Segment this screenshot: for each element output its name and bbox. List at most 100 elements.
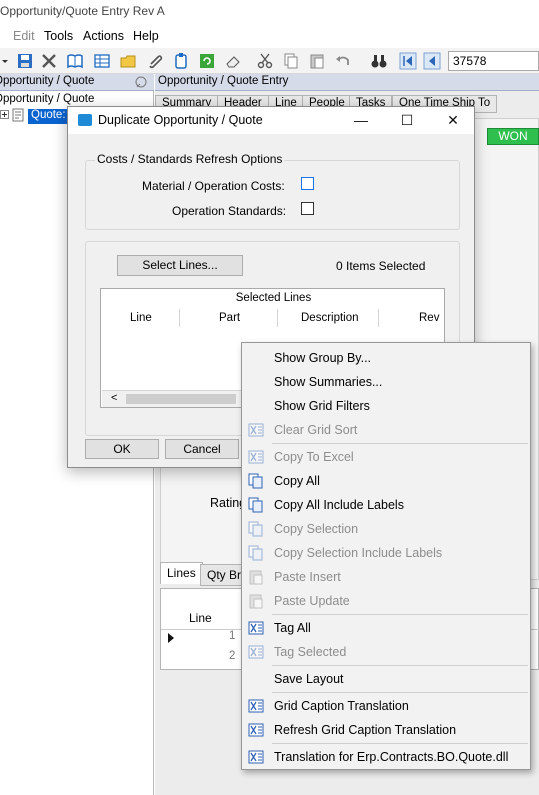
menu-item-label: Show Group By... bbox=[274, 351, 372, 365]
menu-item-tag-selected: Tag Selected bbox=[243, 640, 529, 664]
content-header: Opportunity / Quote Entry bbox=[155, 74, 539, 91]
copy-icon[interactable] bbox=[282, 52, 300, 70]
refresh-options-group bbox=[85, 160, 460, 230]
menu-item-label: Copy Selection bbox=[274, 522, 359, 536]
grid-context-menu: Show Group By... Show Summaries... Show Gr… bbox=[241, 342, 531, 770]
column-divider bbox=[179, 309, 180, 327]
prev-record-icon[interactable] bbox=[423, 52, 441, 70]
tree-expand-icon[interactable] bbox=[0, 110, 10, 120]
menu-help[interactable]: Help bbox=[133, 29, 159, 43]
status-badge: WON bbox=[487, 128, 539, 145]
operation-standards-label: Operation Standards: bbox=[172, 204, 287, 218]
attachment-icon[interactable] bbox=[146, 52, 164, 70]
copy-icon bbox=[248, 545, 264, 561]
tab-lines[interactable]: Lines bbox=[160, 562, 203, 584]
menu-item-copy-all-include-labels[interactable]: Copy All Include Labels bbox=[243, 493, 529, 517]
table-row[interactable]: 2 bbox=[229, 650, 235, 662]
clip-icon[interactable] bbox=[172, 52, 190, 70]
menu-item-copy-selection: Copy Selection bbox=[243, 517, 529, 541]
excel-icon bbox=[248, 422, 264, 438]
document-icon bbox=[12, 108, 24, 122]
menu-item-label: Copy All Include Labels bbox=[274, 498, 404, 512]
menu-item-grid-caption-translation[interactable]: Grid Caption Translation bbox=[243, 694, 529, 718]
first-record-icon[interactable] bbox=[399, 52, 417, 70]
menu-item-paste-insert: Paste Insert bbox=[243, 565, 529, 589]
select-lines-button[interactable]: Select Lines... bbox=[117, 255, 243, 276]
menu-item-label: Clear Grid Sort bbox=[274, 423, 358, 437]
material-costs-checkbox[interactable] bbox=[301, 177, 314, 190]
cut-icon[interactable] bbox=[256, 52, 274, 70]
horizontal-scrollbar[interactable]: < bbox=[102, 390, 242, 407]
menu-item-label: Translation for Erp.Contracts.BO.Quote.d… bbox=[274, 750, 509, 764]
menu-item-refresh-grid-caption-translation[interactable]: Refresh Grid Caption Translation bbox=[243, 718, 529, 742]
excel-icon bbox=[248, 644, 264, 660]
excel-icon bbox=[248, 620, 264, 636]
column-divider bbox=[378, 309, 379, 327]
menu-item-label: Paste Insert bbox=[274, 570, 341, 584]
table-row[interactable]: 1 bbox=[229, 630, 235, 642]
scroll-left-icon[interactable]: < bbox=[111, 392, 117, 404]
tree-node-quote[interactable]: Quote: bbox=[28, 109, 69, 124]
close-icon[interactable]: ✕ bbox=[430, 108, 476, 133]
search-binoculars-icon[interactable] bbox=[370, 52, 388, 70]
menu-tools[interactable]: Tools bbox=[44, 29, 73, 43]
menu-separator bbox=[272, 692, 528, 693]
menu-item-translation-for-erp-contracts-bo-quote-dll[interactable]: Translation for Erp.Contracts.BO.Quote.d… bbox=[243, 745, 529, 769]
column-divider bbox=[277, 309, 278, 327]
refresh-icon[interactable] bbox=[198, 52, 216, 70]
menu-separator bbox=[272, 665, 528, 666]
dialog-titlebar: Duplicate Opportunity / Quote — ☐ ✕ bbox=[68, 107, 474, 134]
menu-separator bbox=[272, 443, 528, 444]
ok-button[interactable]: OK bbox=[85, 439, 159, 459]
menu-actions[interactable]: Actions bbox=[83, 29, 124, 43]
menu-item-label: Tag All bbox=[274, 621, 311, 635]
quote-number-input[interactable]: 37578 bbox=[448, 51, 539, 71]
window-titlebar: Opportunity/Quote Entry Rev A bbox=[0, 0, 539, 26]
cancel-button[interactable]: Cancel bbox=[165, 439, 239, 459]
tree-root[interactable]: Opportunity / Quote bbox=[0, 93, 94, 105]
copy-icon bbox=[248, 473, 264, 489]
book-icon[interactable] bbox=[66, 52, 84, 70]
minimize-icon[interactable]: — bbox=[338, 108, 384, 133]
menu-item-tag-all[interactable]: Tag All bbox=[243, 616, 529, 640]
material-costs-label: Material / Operation Costs: bbox=[142, 179, 285, 193]
menu-item-label: Show Summaries... bbox=[274, 375, 383, 389]
paste-icon[interactable] bbox=[308, 52, 326, 70]
grid-icon[interactable] bbox=[93, 52, 111, 70]
save-icon[interactable] bbox=[16, 52, 34, 70]
menu-item-label: Copy Selection Include Labels bbox=[274, 546, 443, 560]
menu-item-save-layout[interactable]: Save Layout bbox=[243, 667, 529, 691]
scroll-thumb[interactable] bbox=[126, 394, 236, 404]
paste-icon bbox=[248, 569, 264, 585]
menu-item-copy-selection-include-labels: Copy Selection Include Labels bbox=[243, 541, 529, 565]
tree-panel-title: Opportunity / Quote bbox=[0, 75, 95, 87]
menu-item-clear-grid-sort: Clear Grid Sort bbox=[243, 418, 529, 442]
excel-icon bbox=[248, 749, 264, 765]
menu-item-label: Refresh Grid Caption Translation bbox=[274, 723, 457, 737]
row-indicator-icon bbox=[168, 633, 174, 643]
column-header-part[interactable]: Part bbox=[219, 312, 240, 324]
maximize-icon[interactable]: ☐ bbox=[384, 108, 430, 133]
column-header-rev[interactable]: Rev bbox=[419, 312, 439, 324]
paste-icon bbox=[248, 593, 264, 609]
app-icon bbox=[78, 114, 92, 126]
menu-item-label: Copy To Excel bbox=[274, 450, 354, 464]
menu-item-show-grid-filters[interactable]: Show Grid Filters bbox=[243, 394, 529, 418]
folder-icon[interactable] bbox=[119, 52, 137, 70]
menu-edit[interactable]: Edit bbox=[13, 29, 35, 43]
menu-bar: Edit Tools Actions Help bbox=[0, 26, 539, 48]
pin-icon[interactable] bbox=[134, 75, 149, 90]
delete-icon[interactable] bbox=[40, 52, 58, 70]
menu-item-show-group-by[interactable]: Show Group By... bbox=[243, 346, 529, 370]
column-header-line[interactable]: Line bbox=[130, 312, 152, 324]
menu-item-show-summaries[interactable]: Show Summaries... bbox=[243, 370, 529, 394]
eraser-icon[interactable] bbox=[224, 52, 242, 70]
menu-separator bbox=[272, 614, 528, 615]
undo-icon[interactable] bbox=[334, 52, 352, 70]
operation-standards-checkbox[interactable] bbox=[301, 202, 314, 215]
column-header-description[interactable]: Description bbox=[301, 312, 359, 324]
copy-icon bbox=[248, 521, 264, 537]
lines-grid-header-line[interactable]: Line bbox=[189, 611, 212, 625]
excel-icon bbox=[248, 722, 264, 738]
menu-item-copy-all[interactable]: Copy All bbox=[243, 469, 529, 493]
